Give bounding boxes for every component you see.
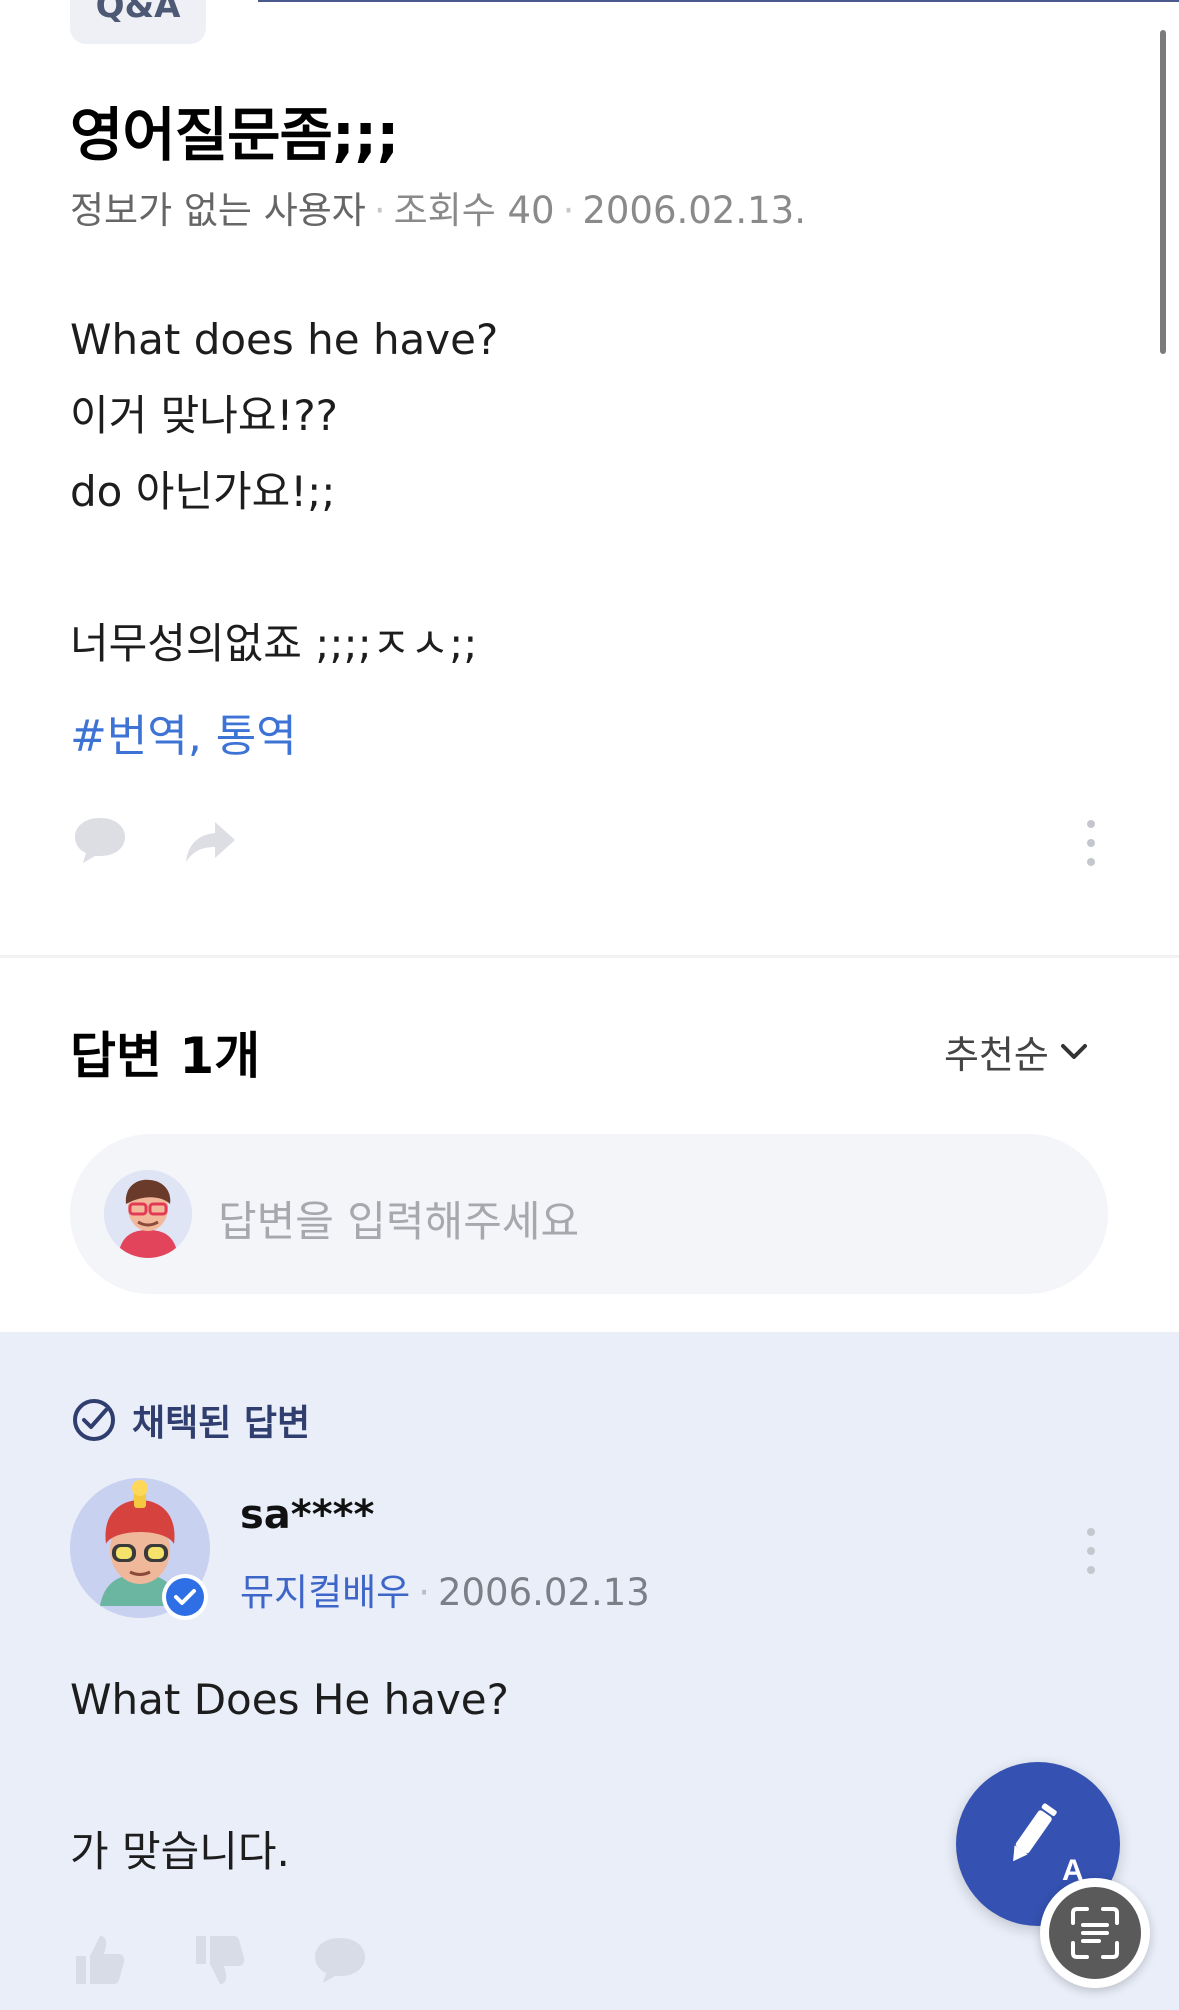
thumbs-up-icon[interactable]	[72, 1932, 126, 1992]
verified-badge-icon	[160, 1572, 210, 1622]
scan-text-icon	[1049, 1887, 1141, 1979]
comment-icon[interactable]	[72, 814, 128, 870]
sort-dropdown[interactable]: 추천순	[944, 1024, 1089, 1079]
post-body: What does he have? 이거 맞나요!?? do 아닌가요!;; …	[70, 302, 498, 682]
check-circle-icon	[73, 1399, 115, 1441]
answer-date: 2006.02.13	[437, 1571, 650, 1614]
answer-line	[70, 1738, 509, 1814]
post-meta: 정보가 없는 사용자 · 조회수 40 · 2006.02.13.	[70, 180, 806, 234]
text-scan-button[interactable]	[1040, 1878, 1150, 1988]
answer-body: What Does He have? 가 맞습니다.	[70, 1662, 509, 1890]
more-vertical-icon[interactable]	[1086, 820, 1096, 866]
answer-more-vertical-icon[interactable]	[1086, 1528, 1096, 1574]
section-divider	[0, 955, 1179, 958]
scrollbar[interactable]	[1160, 30, 1166, 354]
meta-separator: ·	[418, 1571, 430, 1614]
answer-input-placeholder: 답변을 입력해주세요	[218, 1197, 580, 1246]
category-tag[interactable]: Q&A	[70, 0, 206, 44]
share-icon[interactable]	[182, 818, 238, 870]
answerer-name[interactable]: sa****	[240, 1492, 374, 1538]
answer-line: What Does He have?	[70, 1675, 509, 1724]
post-title: 영어질문좀;;;	[70, 101, 399, 169]
sort-label: 추천순	[944, 1033, 1049, 1077]
top-border	[258, 0, 1179, 2]
post-views: 조회수 40	[393, 189, 555, 232]
post-line	[70, 530, 498, 606]
answerer-job: 뮤지컬배우	[240, 1571, 411, 1614]
accepted-label: 채택된 답변	[132, 1403, 311, 1444]
post-hashtag[interactable]: #번역, 통역	[70, 700, 297, 764]
thumbs-down-icon[interactable]	[192, 1932, 246, 1992]
post-line: 너무성의없죠 ;;;;ㅈㅅ;;	[70, 619, 478, 668]
chevron-down-icon	[1060, 1043, 1087, 1059]
my-avatar	[104, 1170, 192, 1258]
post-line: 이거 맞나요!??	[70, 391, 338, 440]
post-line: What does he have?	[70, 315, 499, 364]
answer-comment-icon[interactable]	[312, 1934, 368, 1990]
post-date: 2006.02.13.	[582, 189, 806, 232]
answerer-meta: 뮤지컬배우 · 2006.02.13	[240, 1562, 650, 1616]
post-line: do 아닌가요!;;	[70, 467, 336, 516]
answers-count-title: 답변 1개	[70, 1027, 261, 1085]
accepted-badge: 채택된 답변	[70, 1394, 310, 1446]
meta-separator: ·	[562, 189, 575, 232]
meta-separator: ·	[373, 189, 386, 232]
answer-line: 가 맞습니다.	[70, 1827, 290, 1876]
answer-input[interactable]: 답변을 입력해주세요	[70, 1134, 1108, 1294]
post-author: 정보가 없는 사용자	[70, 189, 366, 232]
